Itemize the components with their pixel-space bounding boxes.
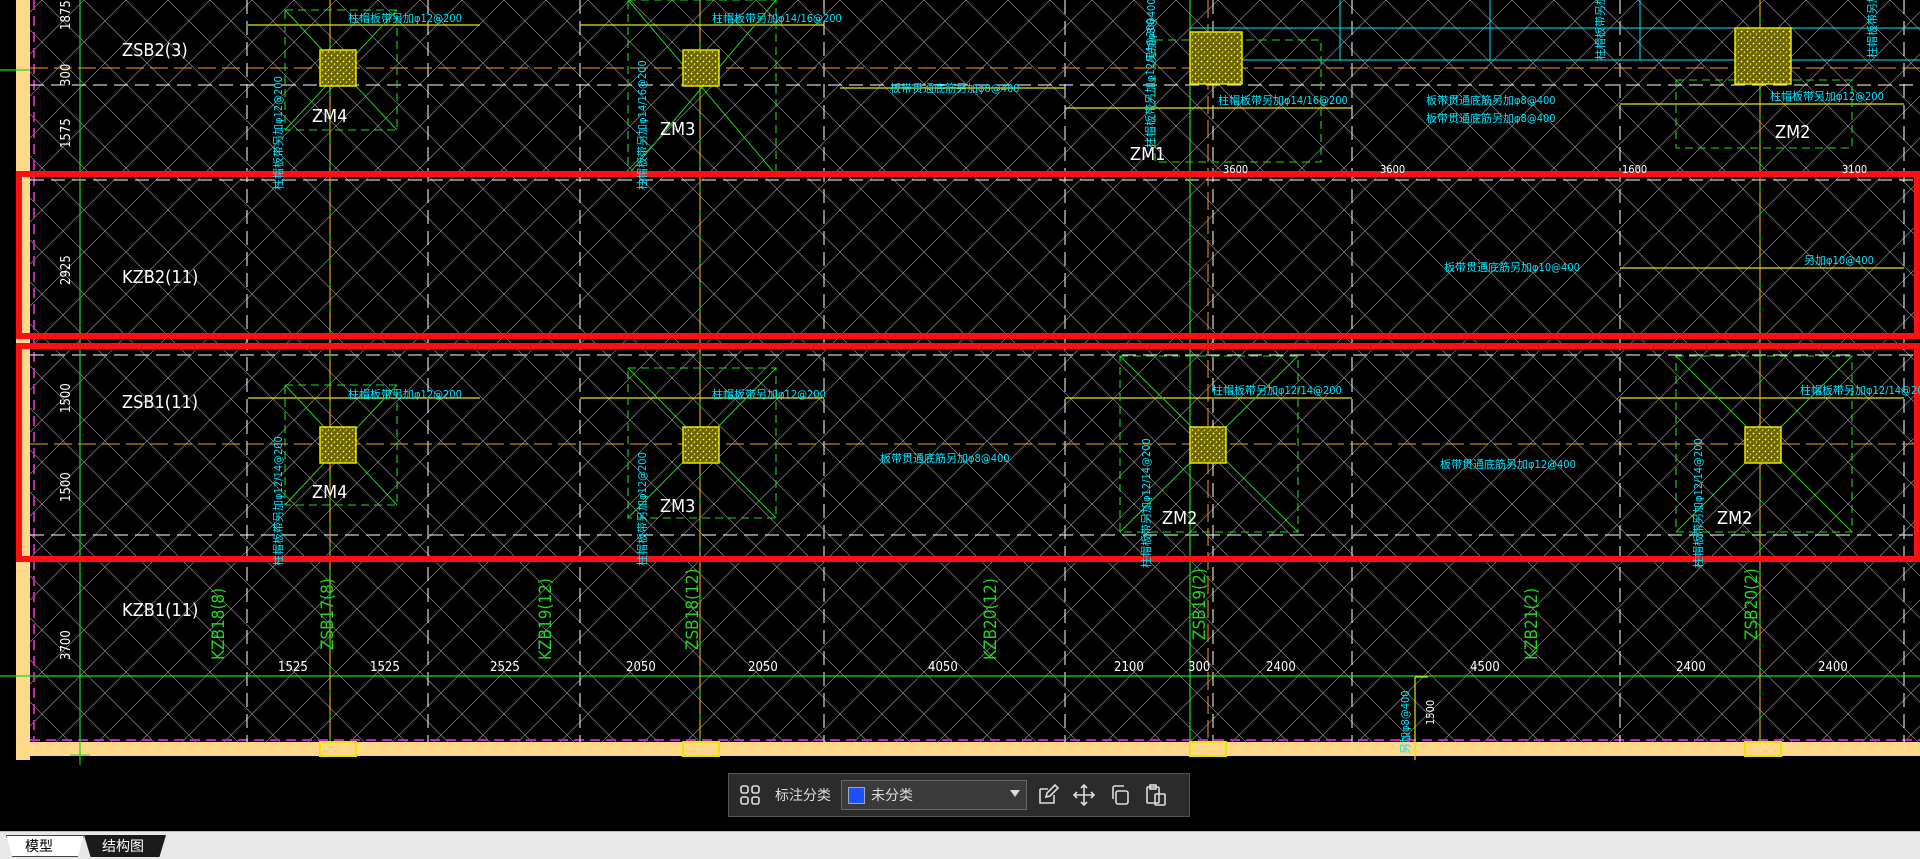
dim-bottom-4: 2050 (626, 660, 656, 675)
rebar-note: 柱帽板带另加φ14@200 (1865, 0, 1879, 58)
dim-left-6: 1500 (59, 472, 74, 502)
rebar-note: 柱帽板带另加φ12@200 (1770, 89, 1884, 103)
rebar-note: 板带贯通底筋另加φ8@400 (880, 451, 1010, 465)
zm-label-5: ZM4 (312, 482, 347, 503)
rebar-note: 板带贯通底筋另加φ8@400 (1426, 111, 1556, 125)
col-label-8: ZSB20(2) (1742, 568, 1762, 640)
dim-left-7: 3700 (59, 630, 74, 660)
dim-left-5: 1500 (59, 383, 74, 413)
rebar-note: 柱帽板带另加φ12@200 (348, 387, 462, 401)
zm-label-8: ZM2 (1717, 508, 1752, 529)
rebar-dim: 1500 (1424, 700, 1437, 725)
copy-icon[interactable] (1105, 780, 1135, 810)
rebar-note: 板带贯通底筋另加φ12@400 (1440, 457, 1576, 471)
dim-left-4: 2925 (59, 255, 74, 285)
dim-bottom-7: 2100 (1114, 660, 1144, 675)
col-label-6: ZSB19(2) (1190, 568, 1210, 640)
dim-bottom-8: 300 (1188, 660, 1210, 675)
annotation-category-select[interactable]: 未分类 (841, 780, 1027, 810)
zm-label-7: ZM2 (1162, 508, 1197, 529)
category-color-swatch (848, 786, 865, 804)
rebar-note: 板带贯通底筋另加φ8@400 (1426, 93, 1556, 107)
dim-top-1: 3600 (1223, 163, 1248, 176)
rebar-note: 柱帽板带另加φ12/14@200 (1212, 383, 1342, 397)
row-label-zsb2: ZSB2(3) (122, 40, 188, 61)
dim-left-2: 300 (59, 64, 74, 86)
rebar-note: 柱帽板带另加φ12/14@200 (271, 436, 285, 566)
rebar-note: 另加φ8@400 (1399, 690, 1412, 754)
slab-edge-bottom (16, 742, 1920, 756)
dim-bottom-2: 1525 (370, 660, 400, 675)
col-label-2: ZSB17(8) (318, 578, 338, 650)
annotation-toolbar: 标注分类 未分类 (728, 773, 1190, 817)
dim-bottom-3: 2525 (490, 660, 520, 675)
zm-label-2: ZM3 (660, 119, 695, 140)
dim-bottom-9: 2400 (1266, 660, 1296, 675)
rebar-note: 柱帽板带另加φ14/16@200 (1218, 93, 1348, 107)
dim-bottom-12: 2400 (1818, 660, 1848, 675)
dim-bottom-1: 1525 (278, 660, 308, 675)
dim-bottom-11: 2400 (1676, 660, 1706, 675)
dim-bottom-5: 2050 (748, 660, 778, 675)
rebar-note: 柱帽板带另加φ12@200 (271, 76, 285, 190)
dim-top-3: 1600 (1622, 163, 1647, 176)
rebar-note: 柱帽板带另加φ12@200 (348, 11, 462, 25)
col-label-1: KZB18(8) (209, 588, 229, 660)
rebar-note: 柱帽板带另加φ12@200 (712, 387, 826, 401)
col-label-4: ZSB18(12) (683, 568, 703, 650)
col-label-7: KZB21(2) (1522, 588, 1542, 660)
rebar-note: 柱帽板带另加φ12/14@200 (1800, 383, 1920, 397)
annotation-category-label: 标注分类 (775, 788, 831, 804)
rebar-note: 柱帽板带另加φ14/16@200 (635, 60, 649, 190)
move-icon[interactable] (1069, 780, 1099, 810)
rebar-note: 板带贯通底筋另加φ8@400 (890, 81, 1020, 95)
rebar-note: 另加φ10@400 (1804, 254, 1874, 267)
row-label-kzb2: KZB2(11) (122, 267, 198, 288)
rebar-note: 柱帽板带另加φ14/16@200 (712, 11, 842, 25)
tab-model[interactable]: 模型 (6, 835, 84, 857)
paste-icon[interactable] (1141, 780, 1171, 810)
zm-label-1: ZM4 (312, 106, 347, 127)
dim-bottom-6: 4050 (928, 660, 958, 675)
rebar-note: 柱帽板带另加φ12/14@200 (1691, 438, 1705, 568)
tab-structure[interactable]: 结构图 (84, 835, 166, 857)
rebar-note: 柱帽板带另加φ14/16@200 (1593, 0, 1607, 60)
col-label-5: KZB20(12) (981, 578, 1001, 660)
category-value: 未分类 (871, 788, 913, 804)
row-label-zsb1: ZSB1(11) (122, 392, 198, 413)
row-label-kzb1: KZB1(11) (122, 600, 198, 621)
grid-view-icon[interactable] (735, 780, 765, 810)
zm-label-6: ZM3 (660, 496, 695, 517)
cad-drawing-canvas[interactable]: 1875 300 1575 2925 1500 1500 3700 ZSB2(3… (0, 0, 1920, 830)
dim-left-3: 1575 (59, 118, 74, 148)
dim-left-1: 1875 (59, 0, 74, 30)
rebar-note: 板带贯通底筋另加φ10@400 (1444, 260, 1580, 274)
col-label-3: KZB19(12) (536, 578, 556, 660)
rebar-note: 柱帽板带另加φ12/14@200 (1139, 438, 1153, 568)
rebar-note: 柱帽板带另加φ12/14@200 (1143, 18, 1157, 148)
zm-label-4: ZM2 (1775, 122, 1810, 143)
dim-bottom-10: 4500 (1470, 660, 1500, 675)
dim-top-2: 3600 (1380, 163, 1405, 176)
chevron-down-icon (1010, 790, 1020, 797)
rebar-note: 柱帽板带另加φ12@200 (635, 452, 649, 566)
dim-top-4: 3100 (1842, 163, 1867, 176)
edit-icon[interactable] (1033, 780, 1063, 810)
layout-tab-bar: 模型 结构图 (0, 831, 1920, 859)
